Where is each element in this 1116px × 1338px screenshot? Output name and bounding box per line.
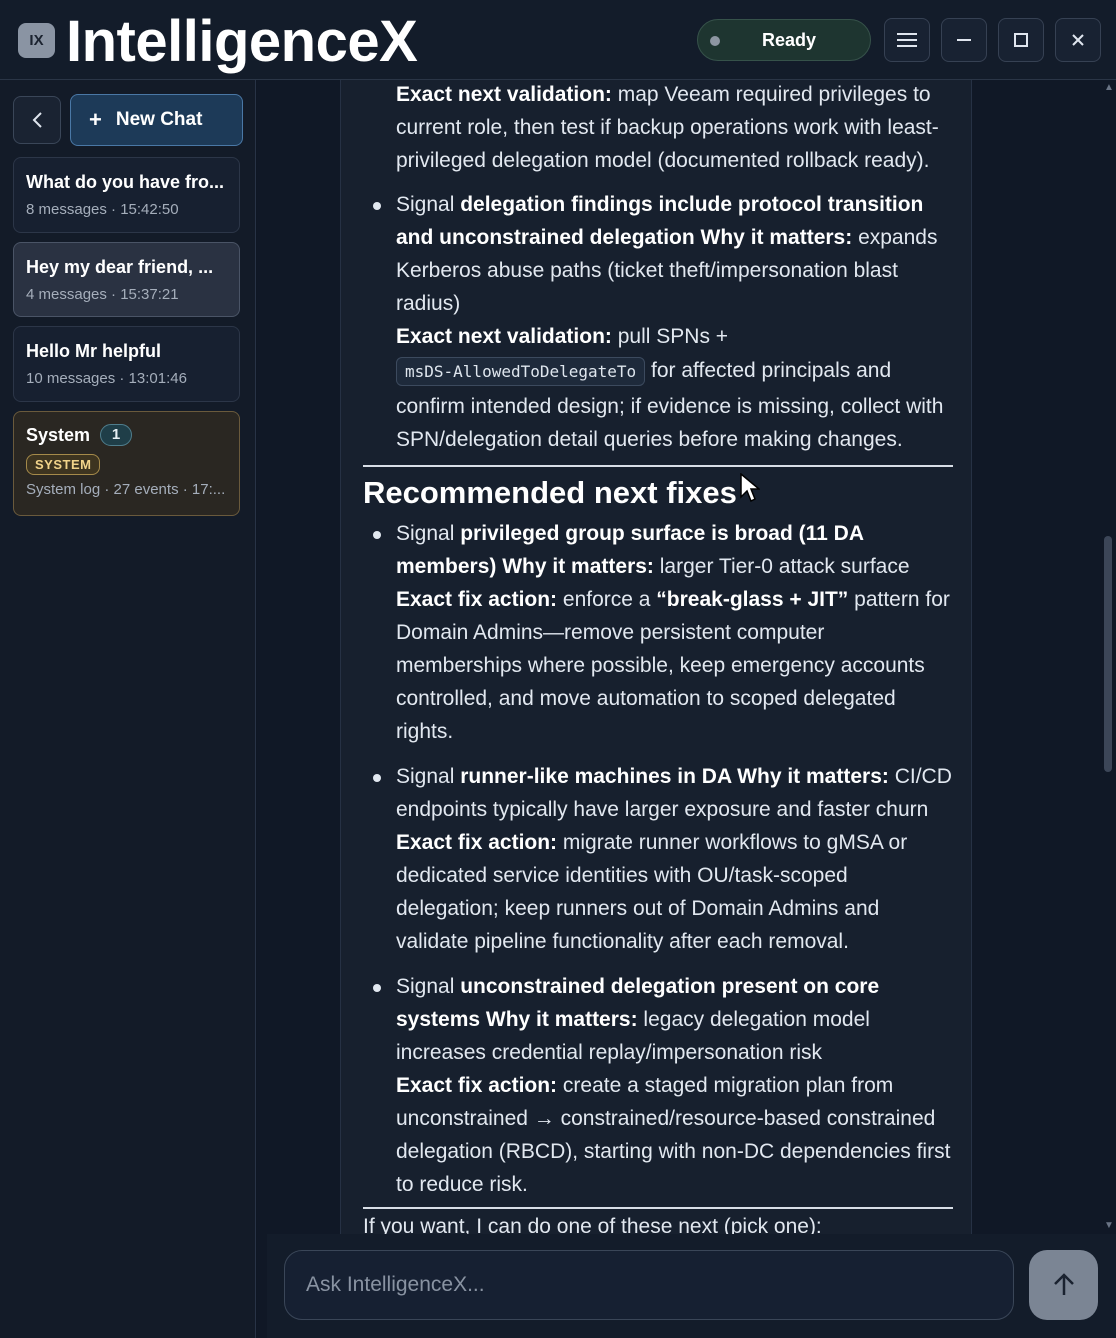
maximize-button[interactable] xyxy=(998,18,1044,62)
scroll-up-icon[interactable]: ▲ xyxy=(1104,82,1114,93)
collapse-sidebar-button[interactable] xyxy=(13,96,61,144)
chat-meta: 10 messages · 13:01:46 xyxy=(26,370,187,387)
closing-paragraph: If you want, I can do one of these next … xyxy=(363,1215,822,1234)
validation-paragraph: Exact next validation: map Veeam require… xyxy=(396,80,953,177)
app-title: IntelligenceX xyxy=(66,9,418,74)
bullet-list-fixes: Signal privileged group surface is broad… xyxy=(363,517,953,1201)
list-item: Signal unconstrained delegation present … xyxy=(363,970,953,1201)
new-chat-button[interactable]: + New Chat xyxy=(70,94,243,146)
chat-title: Hello Mr helpful xyxy=(26,341,161,361)
chat-meta: 8 messages · 15:42:50 xyxy=(26,201,179,218)
arrow-up-icon xyxy=(1053,1273,1074,1295)
status-text: Ready xyxy=(761,30,817,50)
send-button[interactable] xyxy=(1029,1250,1098,1320)
validation-label: Exact next validation: xyxy=(396,325,612,348)
message-scrollbar[interactable]: ▲ ▼ xyxy=(1102,80,1114,1234)
app-logo: IX xyxy=(18,23,55,58)
section-heading: Recommended next fixes xyxy=(363,475,737,510)
list-item: Signal delegation findings include proto… xyxy=(363,188,953,456)
scrollbar-thumb[interactable] xyxy=(1104,536,1112,772)
chat-list-item[interactable]: What do you have fro... 8 messages · 15:… xyxy=(13,157,240,233)
validation-text: pull SPNs + xyxy=(611,325,729,348)
hamburger-icon xyxy=(897,33,917,47)
scroll-down-icon[interactable]: ▼ xyxy=(1104,1220,1114,1231)
chat-list-item-active[interactable]: Hey my dear friend, ... 4 messages · 15:… xyxy=(13,242,240,317)
main-area: Exact next validation: map Veeam require… xyxy=(257,80,1116,1338)
minimize-button[interactable] xyxy=(941,18,987,62)
fix-text: pattern for Domain Admins—remove persist… xyxy=(396,588,950,743)
why-text: larger Tier-0 attack surface xyxy=(653,555,910,578)
chat-title: What do you have fro... xyxy=(26,172,225,192)
fix-bold-text: “break-glass + JIT” xyxy=(656,588,849,611)
inline-code: msDS-AllowedToDelegateTo xyxy=(396,357,646,386)
close-icon xyxy=(1072,34,1084,46)
divider xyxy=(363,1207,953,1209)
chat-list-item[interactable]: Hello Mr helpful 10 messages · 13:01:46 xyxy=(13,326,240,402)
fix-text: enforce a xyxy=(557,588,657,611)
sidebar: + New Chat What do you have fro... 8 mes… xyxy=(0,80,256,1338)
why-label: Why it matters: xyxy=(480,1008,638,1031)
signal-prefix: Signal xyxy=(396,765,461,788)
menu-button[interactable] xyxy=(884,18,930,62)
new-chat-label: New Chat xyxy=(115,109,203,130)
minimize-icon xyxy=(957,39,971,41)
unread-count-badge: 1 xyxy=(100,424,133,446)
message-panel: Exact next validation: map Veeam require… xyxy=(340,80,972,1234)
chevron-left-icon xyxy=(32,112,42,128)
why-label: Why it matters: xyxy=(496,555,654,578)
bullet-list-findings: Signal delegation findings include proto… xyxy=(363,188,953,456)
fix-label: Exact fix action: xyxy=(396,831,558,854)
chat-title: Hey my dear friend, ... xyxy=(26,257,214,277)
mouse-cursor-icon xyxy=(740,473,760,503)
close-button[interactable] xyxy=(1055,18,1101,62)
why-label: Why it matters: xyxy=(731,765,889,788)
status-indicator: Ready xyxy=(697,19,871,61)
chat-title: System xyxy=(26,424,91,445)
divider xyxy=(363,465,953,467)
list-item: Signal privileged group surface is broad… xyxy=(363,517,953,748)
why-label: Why it matters: xyxy=(694,226,853,249)
fix-label: Exact fix action: xyxy=(396,588,558,611)
signal-text: runner-like machines in DA xyxy=(460,765,732,788)
maximize-icon xyxy=(1014,33,1028,47)
composer: Ask IntelligenceX... xyxy=(267,1234,1116,1338)
system-log-item[interactable]: System 1 SYSTEM System log · 27 events ·… xyxy=(13,411,240,516)
system-tag-badge: SYSTEM xyxy=(26,454,101,475)
fix-label: Exact fix action: xyxy=(396,1074,558,1097)
validation-label: Exact next validation: xyxy=(396,83,612,106)
signal-prefix: Signal xyxy=(396,522,461,545)
plus-icon: + xyxy=(89,107,102,132)
title-bar: IX IntelligenceX Ready xyxy=(0,0,1116,80)
message-input[interactable]: Ask IntelligenceX... xyxy=(284,1250,1014,1320)
chat-meta: 4 messages · 15:37:21 xyxy=(26,286,179,303)
signal-prefix: Signal xyxy=(396,193,461,216)
chat-meta: System log · 27 events · 17:... xyxy=(26,481,226,498)
list-item: Signal runner-like machines in DA Why it… xyxy=(363,760,953,958)
signal-prefix: Signal xyxy=(396,975,461,998)
